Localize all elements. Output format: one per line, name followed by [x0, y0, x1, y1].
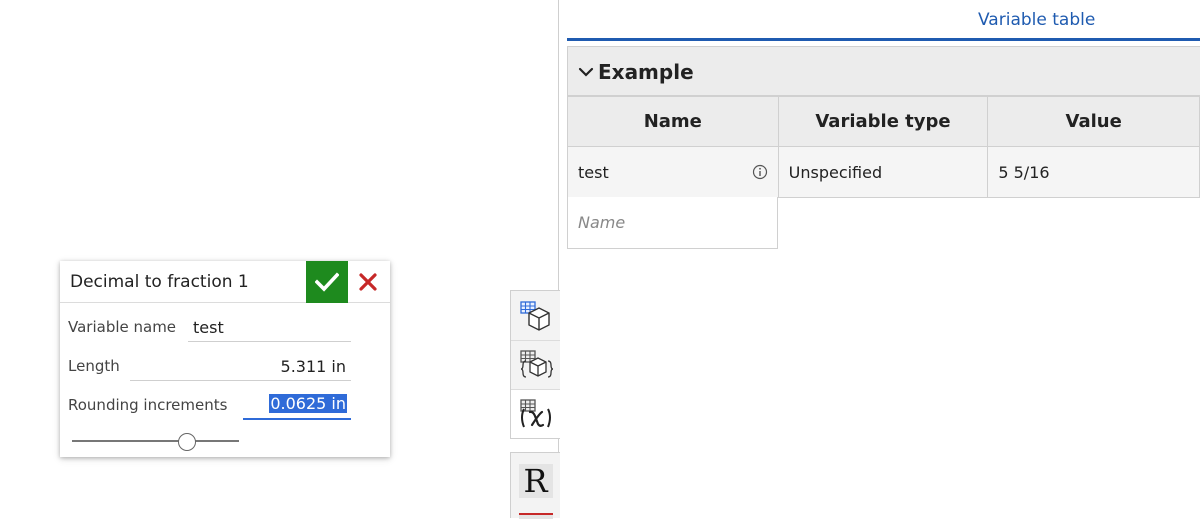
- length-value: 5.311 in: [280, 357, 346, 376]
- cell-name-text: test: [578, 162, 609, 182]
- panel-divider: [558, 0, 559, 518]
- feature-dialog: Decimal to fraction 1 Variable name test…: [60, 261, 390, 457]
- section-header[interactable]: Example: [567, 46, 1200, 96]
- partial-app-icon[interactable]: [519, 513, 553, 519]
- rounding-increments-value: 0.0625 in: [269, 394, 347, 413]
- slider-handle[interactable]: [178, 433, 196, 451]
- length-field[interactable]: 5.311 in: [130, 357, 351, 381]
- column-header-name[interactable]: Name: [567, 96, 779, 147]
- variable-table: Name Variable type Value test Unspecifie…: [567, 96, 1200, 198]
- cell-name[interactable]: test: [567, 146, 779, 198]
- variable-name-field[interactable]: test: [188, 318, 351, 342]
- table-cube-braces-icon: [519, 350, 553, 378]
- table-cube-icon: [519, 300, 550, 331]
- field-focus-underline: [243, 418, 351, 420]
- dialog-header: Decimal to fraction 1: [60, 261, 390, 303]
- new-variable-name-placeholder: Name: [578, 213, 626, 232]
- check-icon: [315, 272, 339, 292]
- cancel-button[interactable]: [352, 265, 384, 299]
- new-variable-name-input[interactable]: Name: [567, 197, 778, 249]
- column-header-variable-type[interactable]: Variable type: [777, 96, 989, 147]
- tab-configurations[interactable]: [511, 291, 560, 340]
- variable-name-label: Variable name: [68, 318, 177, 336]
- chevron-down-icon[interactable]: [578, 67, 594, 77]
- rounding-increments-field[interactable]: 0.0625 in: [243, 392, 351, 420]
- side-tab-bar-secondary: R: [510, 452, 560, 519]
- r-icon-glyph: R: [523, 462, 548, 500]
- rounding-increments-label: Rounding increments: [68, 396, 228, 414]
- table-header-row: Name Variable type Value: [567, 96, 1200, 147]
- column-header-value[interactable]: Value: [987, 96, 1200, 147]
- side-tab-bar: [510, 290, 560, 439]
- table-row[interactable]: test Unspecified 5 5/16: [567, 146, 1200, 198]
- tab-custom-features[interactable]: [511, 340, 560, 389]
- variable-table-title-underline: [567, 38, 1200, 41]
- cell-value[interactable]: 5 5/16: [987, 146, 1200, 198]
- section-title: Example: [598, 60, 694, 84]
- variable-name-value: test: [193, 318, 224, 337]
- length-label: Length: [68, 357, 120, 375]
- info-icon[interactable]: [752, 164, 768, 180]
- cell-variable-type[interactable]: Unspecified: [777, 146, 989, 198]
- variable-table-icon: [519, 399, 551, 428]
- r-icon: R: [518, 462, 553, 500]
- variable-table-title: Variable table: [978, 10, 1096, 30]
- close-icon: [359, 273, 377, 291]
- slider-track[interactable]: [72, 440, 239, 442]
- dialog-title: Decimal to fraction 1: [70, 272, 249, 292]
- tab-variable-table[interactable]: [511, 389, 560, 438]
- confirm-button[interactable]: [306, 261, 348, 303]
- tab-r-app[interactable]: R: [511, 461, 560, 501]
